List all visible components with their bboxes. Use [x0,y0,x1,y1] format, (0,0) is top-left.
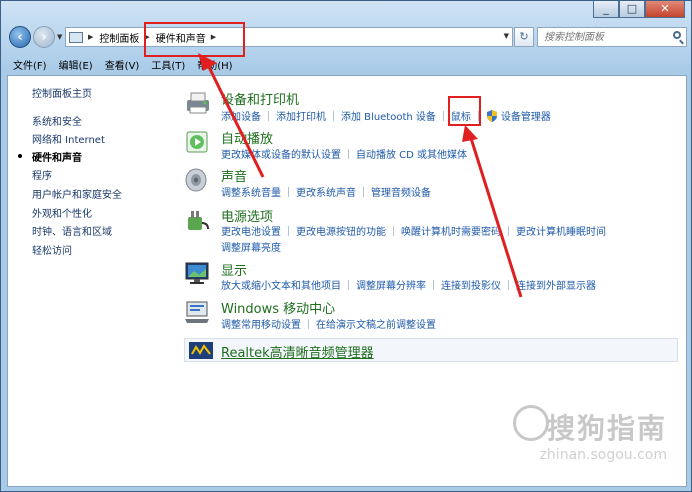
watermark-logo [513,405,549,441]
watermark-text: 搜狗指南 [546,412,667,445]
watermark-url: zhinan.sogou.com [539,447,667,463]
control-panel-window: _ □ ✕ ‹ › ▼ ▶ 控制面板 ▶ 硬件和声音 ▶ ▼ ↻ 文件(F) 编… [0,0,692,492]
